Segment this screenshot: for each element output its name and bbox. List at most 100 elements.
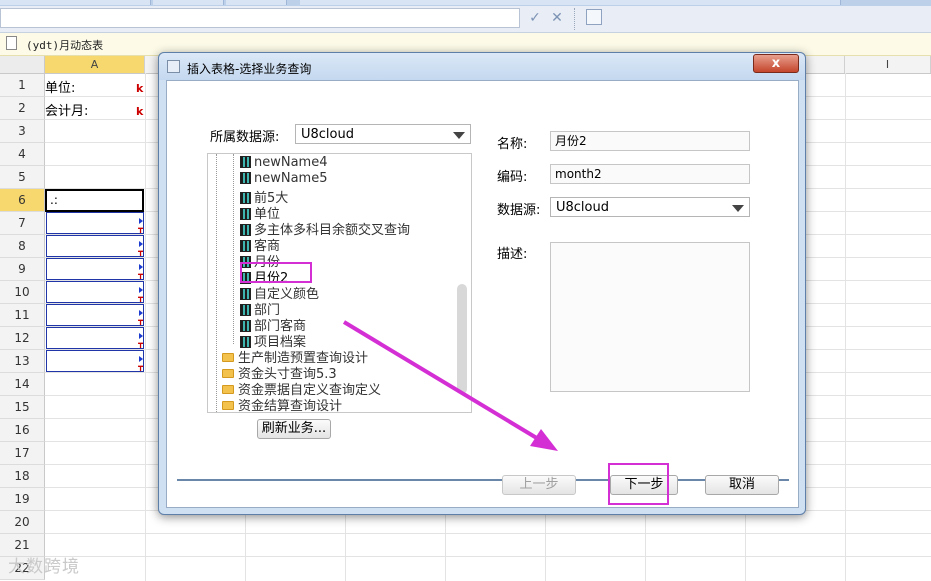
row-header[interactable]: 17 <box>0 442 45 465</box>
tree-item[interactable]: 客商 <box>240 235 280 254</box>
row-header[interactable]: 18 <box>0 465 45 488</box>
cell-a11[interactable]: ┳ <box>46 304 144 326</box>
check-icon[interactable]: ✓ <box>526 9 544 27</box>
grid-line <box>45 533 931 534</box>
cancel-button[interactable]: 取消 <box>705 475 779 495</box>
tree-folder-label: 资金结算查询设计 <box>238 399 343 413</box>
toolbar-segment <box>300 0 841 5</box>
tick-marker-icon: ┳ <box>138 339 143 348</box>
dialog-separator <box>177 479 789 481</box>
column-header-a[interactable]: A <box>45 56 145 73</box>
row-header[interactable]: 16 <box>0 419 45 442</box>
description-field[interactable] <box>550 242 750 392</box>
x-icon[interactable]: ✕ <box>548 9 566 27</box>
datasource-label: 所属数据源: <box>210 130 280 145</box>
cell-a9[interactable]: ┳ <box>46 258 144 280</box>
row-header-selected[interactable]: 6 <box>0 189 45 212</box>
folder-icon <box>222 353 234 362</box>
row-header[interactable]: 13 <box>0 350 45 373</box>
tree-item[interactable]: 前5大 <box>240 187 288 206</box>
row-header[interactable]: 10 <box>0 281 45 304</box>
source-select[interactable]: U8cloud <box>550 197 750 217</box>
row-header[interactable]: 15 <box>0 396 45 419</box>
tree-item[interactable]: 项目档案 <box>240 331 306 350</box>
cell-a7[interactable]: ┳ <box>46 212 144 234</box>
cell-a1[interactable]: 单位: <box>45 77 75 96</box>
row-header[interactable]: 20 <box>0 511 45 534</box>
row-header[interactable]: 2 <box>0 97 45 120</box>
tree-guide-line <box>216 154 218 412</box>
grid-line <box>145 73 146 581</box>
tree-item-label: newName4 <box>254 155 328 170</box>
row-header[interactable]: 5 <box>0 166 45 189</box>
datasource-select[interactable]: U8cloud <box>295 124 471 144</box>
document-icon <box>6 36 17 50</box>
tree-folder[interactable]: 资金结算查询设计 <box>222 395 343 413</box>
source-label: 数据源: <box>497 203 541 218</box>
row-header[interactable]: 12 <box>0 327 45 350</box>
formula-input[interactable] <box>0 8 520 28</box>
formula-bar: ✓ ✕ <box>0 6 931 33</box>
chevron-down-icon <box>732 205 744 212</box>
tree-item[interactable]: 多主体多科目余额交叉查询 <box>240 219 410 238</box>
row-header[interactable]: 3 <box>0 120 45 143</box>
tree-folder[interactable]: 资金头寸查询5.3 <box>222 363 337 382</box>
tree-item[interactable]: 单位 <box>240 203 280 222</box>
select-all-corner[interactable] <box>0 56 45 73</box>
tree-folder[interactable]: 生产制造预置查询设计 <box>222 347 368 366</box>
tree-item[interactable]: newName4 <box>240 155 328 171</box>
folder-icon <box>222 401 234 410</box>
tree-item[interactable]: 部门客商 <box>240 315 306 334</box>
row-header[interactable]: 4 <box>0 143 45 166</box>
tree-scrollbar-thumb[interactable] <box>457 284 467 394</box>
highlight-box-next-button <box>608 463 669 505</box>
cell-marker: k <box>136 105 144 118</box>
tree-item[interactable]: 部门 <box>240 299 280 318</box>
row-header[interactable]: 7 <box>0 212 45 235</box>
row-header[interactable]: 8 <box>0 235 45 258</box>
dialog-body: 所属数据源: U8cloud newName4 newName5 前5大 单位 … <box>166 80 799 508</box>
tick-marker-icon: ┳ <box>138 224 143 233</box>
tick-marker-icon: ┳ <box>138 247 143 256</box>
tree-item-label: newName5 <box>254 171 328 186</box>
name-label: 名称: <box>497 137 528 152</box>
cell-marker: k <box>136 82 144 95</box>
cell-a13[interactable]: ┳ <box>46 350 144 372</box>
previous-button[interactable]: 上一步 <box>502 475 576 495</box>
tree-folder[interactable]: 资金票据自定义查询定义 <box>222 379 381 398</box>
row-header[interactable]: 14 <box>0 373 45 396</box>
dialog-title: 插入表格-选择业务查询 <box>187 62 312 76</box>
tick-marker-icon: ┳ <box>138 316 143 325</box>
refresh-business-button[interactable]: 刷新业务... <box>257 419 331 439</box>
business-query-tree[interactable]: newName4 newName5 前5大 单位 多主体多科目余额交叉查询 客商… <box>207 153 472 413</box>
tree-item[interactable]: newName5 <box>240 171 328 187</box>
close-button[interactable]: x <box>753 54 799 73</box>
document-title: (ydt)月动态表 <box>26 39 104 52</box>
code-field[interactable]: month2 <box>550 164 750 184</box>
tick-marker-icon: ┳ <box>138 270 143 279</box>
folder-icon <box>222 369 234 378</box>
cell-a6-value: .: <box>50 193 58 207</box>
datasource-value: U8cloud <box>301 127 354 142</box>
chevron-down-icon <box>453 132 465 139</box>
name-field[interactable]: 月份2 <box>550 131 750 151</box>
column-header-i[interactable]: I <box>845 56 931 73</box>
cell-a2[interactable]: 会计月: <box>45 100 88 119</box>
dialog-titlebar[interactable]: 插入表格-选择业务查询 x <box>159 53 805 80</box>
description-label: 描述: <box>497 247 528 262</box>
watermark: 大数跨境 <box>8 557 80 577</box>
selected-cell-a6[interactable]: .: <box>45 189 144 212</box>
folder-icon <box>222 385 234 394</box>
row-header[interactable]: 9 <box>0 258 45 281</box>
image-icon[interactable] <box>586 9 602 25</box>
tree-item[interactable]: 自定义颜色 <box>240 283 319 302</box>
row-header[interactable]: 1 <box>0 74 45 97</box>
row-header[interactable]: 11 <box>0 304 45 327</box>
cell-a8[interactable]: ┳ <box>46 235 144 257</box>
toolbar-segment <box>0 0 151 5</box>
cell-a10[interactable]: ┳ <box>46 281 144 303</box>
row-header[interactable]: 19 <box>0 488 45 511</box>
code-label: 编码: <box>497 170 528 185</box>
java-app-icon <box>167 60 180 73</box>
cell-a12[interactable]: ┳ <box>46 327 144 349</box>
